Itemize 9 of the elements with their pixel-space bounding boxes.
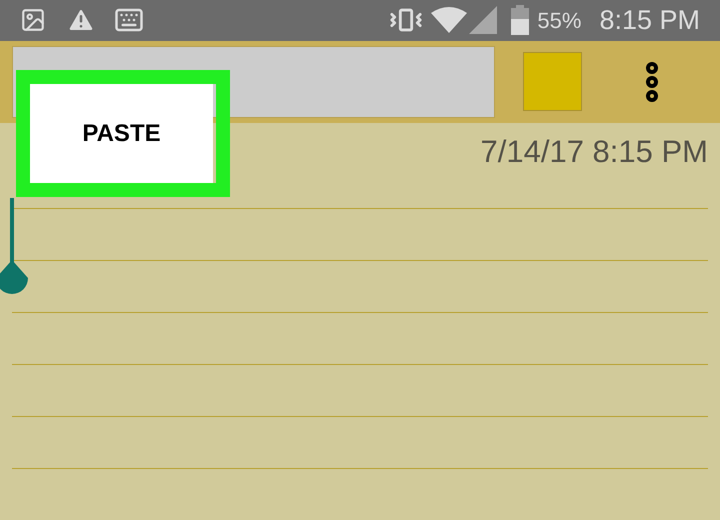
battery-percent: 55%: [537, 6, 582, 35]
note-timestamp: 7/14/17 8:15 PM: [480, 132, 708, 171]
color-swatch[interactable]: [523, 52, 582, 112]
battery-icon: [511, 5, 530, 36]
image-icon: [20, 7, 46, 34]
signal-icon: [469, 6, 498, 34]
status-time: 8:15 PM: [599, 4, 700, 37]
wifi-icon: [431, 7, 468, 34]
paste-button[interactable]: PASTE: [30, 84, 213, 183]
